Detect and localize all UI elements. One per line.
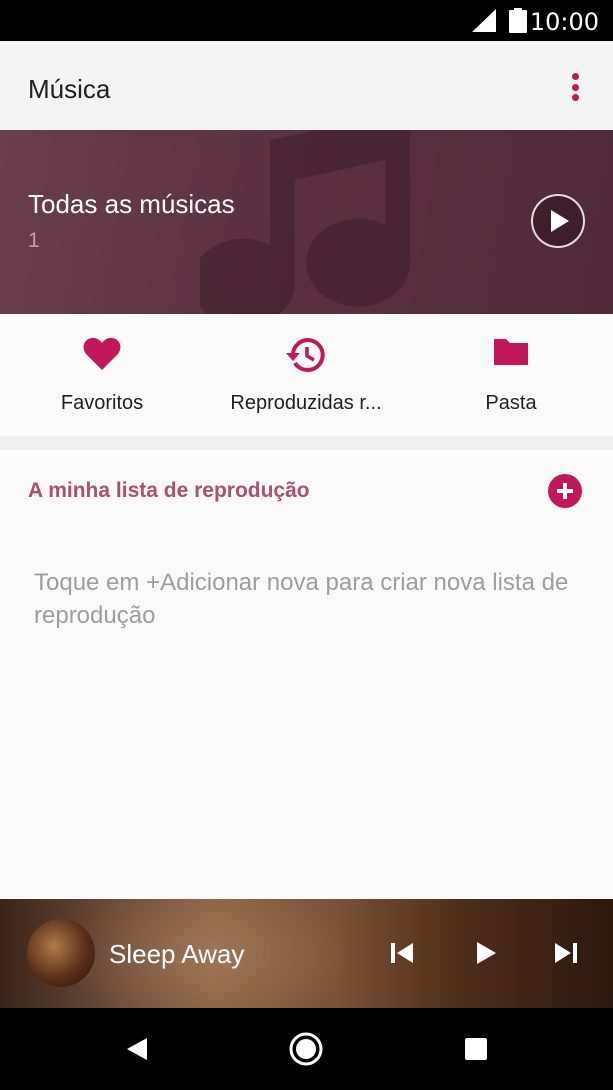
- app-bar: Música: [0, 41, 613, 130]
- navigation-bar: [0, 1008, 613, 1090]
- add-playlist-button[interactable]: [548, 474, 582, 508]
- play-button[interactable]: [474, 939, 498, 967]
- history-icon: [286, 338, 325, 372]
- quick-link-label: Reproduzidas r...: [230, 392, 382, 414]
- status-bar: 10:00: [0, 0, 613, 41]
- recents-icon: [465, 1038, 487, 1060]
- home-button[interactable]: [266, 1008, 346, 1090]
- song-count: 1: [28, 229, 40, 252]
- mini-player[interactable]: Sleep Away: [0, 899, 613, 1008]
- recents-button[interactable]: [436, 1008, 516, 1090]
- all-songs-title: Todas as músicas: [28, 189, 235, 219]
- next-track-button[interactable]: [553, 939, 579, 967]
- battery-icon: [509, 8, 527, 33]
- more-options-button[interactable]: [560, 70, 590, 104]
- music-note-icon: [200, 130, 411, 314]
- back-button[interactable]: [97, 1008, 177, 1090]
- heart-icon: [83, 337, 121, 370]
- folder-link[interactable]: Pasta: [409, 314, 613, 436]
- quick-links: Favoritos Reproduzidas r... Pasta: [0, 314, 613, 436]
- quick-link-label: Favoritos: [60, 392, 144, 414]
- signal-icon: [472, 9, 496, 32]
- section-divider: [0, 436, 613, 450]
- all-songs-banner[interactable]: Todas as músicas 1: [0, 130, 613, 314]
- quick-link-label: Pasta: [485, 392, 537, 414]
- folder-icon: [494, 339, 528, 365]
- empty-playlist-hint: Toque em +Adicionar nova para criar nova…: [34, 569, 569, 629]
- album-art: [27, 919, 95, 987]
- previous-track-button[interactable]: [389, 939, 415, 967]
- more-vert-icon: [571, 73, 579, 80]
- now-playing-title: Sleep Away: [109, 939, 245, 969]
- play-icon: [551, 210, 569, 232]
- playlist-section: A minha lista de reprodução Toque em +Ad…: [0, 450, 613, 899]
- clock: 10:00: [529, 8, 599, 36]
- play-all-button[interactable]: [531, 194, 585, 248]
- favorites-link[interactable]: Favoritos: [0, 314, 204, 436]
- home-icon: [289, 1032, 323, 1066]
- back-icon: [127, 1038, 147, 1060]
- page-title: Música: [28, 74, 111, 104]
- playlist-section-title: A minha lista de reprodução: [28, 479, 310, 502]
- recently-played-link[interactable]: Reproduzidas r...: [204, 314, 408, 436]
